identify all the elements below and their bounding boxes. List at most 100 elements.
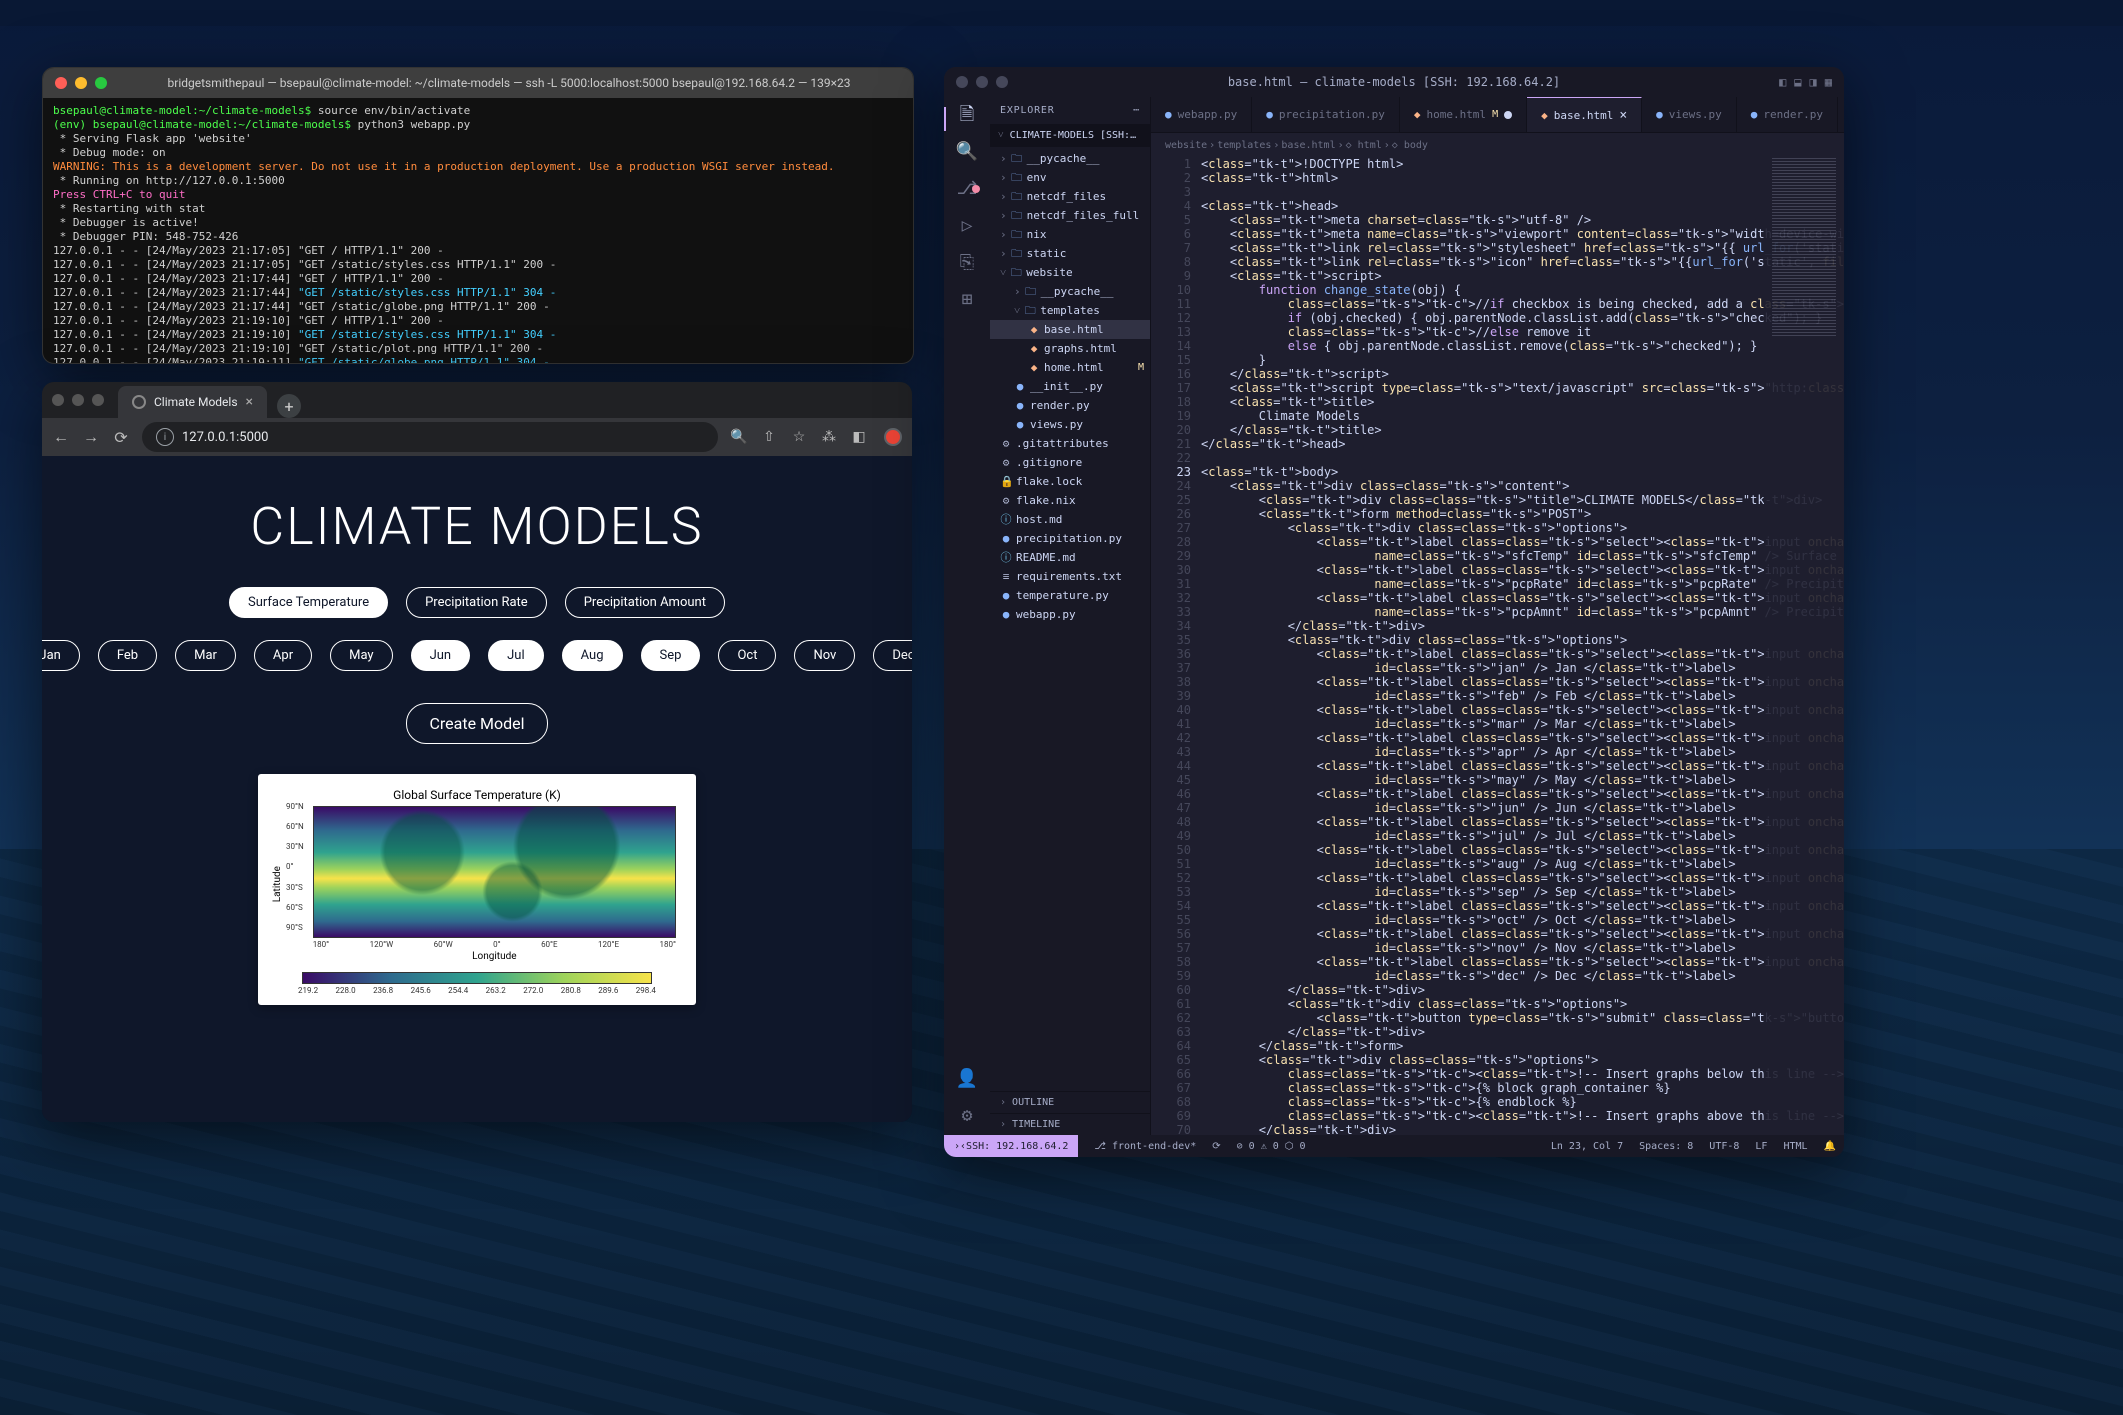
code-lines[interactable]: <class="tk-t">!DOCTYPE html><class="tk-t… <box>1201 157 1844 1135</box>
folder-item[interactable]: ˅🗀templates <box>990 301 1150 320</box>
back-button[interactable]: ← <box>52 427 70 447</box>
folder-item[interactable]: ›🗀netcdf_files <box>990 187 1150 206</box>
close-icon[interactable] <box>52 394 64 406</box>
file-item[interactable]: ⓘhost.md <box>990 510 1150 529</box>
month-pill[interactable]: Feb <box>98 640 157 671</box>
traffic-lights[interactable] <box>52 394 104 406</box>
folder-item[interactable]: ˅🗀website <box>990 263 1150 282</box>
breadcrumb-item[interactable]: ◇ body <box>1392 138 1428 153</box>
remote-activity-icon[interactable]: ⎘ <box>960 255 974 270</box>
status-language[interactable]: HTML <box>1783 1139 1807 1154</box>
month-pill[interactable]: Jan <box>42 640 80 671</box>
close-icon[interactable] <box>956 76 968 88</box>
option-pill[interactable]: Precipitation Amount <box>565 587 725 618</box>
minimize-icon[interactable] <box>75 77 87 89</box>
close-icon[interactable] <box>55 77 67 89</box>
zoom-icon[interactable] <box>95 77 107 89</box>
status-sync[interactable]: ⟳ <box>1212 1139 1220 1154</box>
layout-icons[interactable]: ◧ ⬓ ◨ ▦ <box>1779 75 1832 90</box>
status-eol[interactable]: LF <box>1755 1139 1767 1154</box>
breadcrumb-item[interactable]: website <box>1165 138 1207 153</box>
file-item[interactable]: ●temperature.py <box>990 586 1150 605</box>
extensions-icon[interactable]: ⁂ <box>820 429 838 445</box>
file-item[interactable]: ◆graphs.html <box>990 339 1150 358</box>
minimize-icon[interactable] <box>72 394 84 406</box>
breadcrumb-item[interactable]: base.html <box>1281 138 1335 153</box>
terminal-titlebar[interactable]: bridgetsmithepaul — bsepaul@climate-mode… <box>43 68 913 98</box>
browser-tabbar[interactable]: Climate Models × + <box>42 382 912 418</box>
create-model-button[interactable]: Create Model <box>406 703 547 744</box>
month-pill[interactable]: Jul <box>488 640 544 671</box>
folder-item[interactable]: ›🗀netcdf_files_full <box>990 206 1150 225</box>
code-area[interactable]: 1234567891011121314151617181920212223242… <box>1151 157 1844 1135</box>
new-tab-button[interactable]: + <box>277 394 301 418</box>
month-pill[interactable]: Nov <box>794 640 855 671</box>
timeline-panel-header[interactable]: › TIMELINE <box>990 1113 1150 1135</box>
breadcrumbs[interactable]: website › templates › base.html › ◇ html… <box>1151 133 1844 157</box>
terminal-output[interactable]: bsepaul@climate-model:~/climate-models$ … <box>43 98 913 364</box>
file-item[interactable]: ≡requirements.txt <box>990 567 1150 586</box>
option-pill[interactable]: Surface Temperature <box>229 587 388 618</box>
file-item[interactable]: ⚙.gitignore <box>990 453 1150 472</box>
file-item[interactable]: ●__init__.py <box>990 377 1150 396</box>
month-pill[interactable]: Aug <box>562 640 623 671</box>
file-item[interactable]: 🔒flake.lock <box>990 472 1150 491</box>
file-item[interactable]: ◆home.htmlM <box>990 358 1150 377</box>
close-tab-icon[interactable]: × <box>246 394 253 410</box>
option-pill[interactable]: Precipitation Rate <box>406 587 547 618</box>
file-item[interactable]: ●render.py <box>990 396 1150 415</box>
zoom-icon[interactable] <box>92 394 104 406</box>
traffic-lights[interactable] <box>956 76 1008 88</box>
layout-grid-icon[interactable]: ▦ <box>1825 75 1832 90</box>
status-notifications[interactable]: 🔔 <box>1824 1139 1836 1154</box>
status-branch[interactable]: ⎇ front-end-dev* <box>1094 1139 1196 1154</box>
explorer-activity-icon[interactable]: 🗎 <box>960 107 974 122</box>
search-icon[interactable]: 🔍 <box>730 429 748 445</box>
editor-tab[interactable]: ◆home.html M <box>1400 97 1527 132</box>
editor-tab[interactable]: ●precipitation.py <box>1252 97 1400 132</box>
month-pill[interactable]: Jun <box>411 640 471 671</box>
folder-item[interactable]: ›🗀nix <box>990 225 1150 244</box>
browser-tab[interactable]: Climate Models × <box>118 386 267 418</box>
editor-tab[interactable]: ●views.py <box>1642 97 1737 132</box>
folder-item[interactable]: ›🗀env <box>990 168 1150 187</box>
file-item[interactable]: ●views.py <box>990 415 1150 434</box>
status-encoding[interactable]: UTF-8 <box>1709 1139 1739 1154</box>
status-problems[interactable]: ⊘ 0 ⚠ 0 ⬡ 0 <box>1237 1139 1306 1154</box>
vscode-titlebar[interactable]: base.html — climate-models [SSH: 192.168… <box>944 67 1844 97</box>
folder-item[interactable]: ›🗀static <box>990 244 1150 263</box>
month-pill[interactable]: Mar <box>175 640 236 671</box>
month-pill[interactable]: Apr <box>254 640 312 671</box>
file-item[interactable]: ●webapp.py <box>990 605 1150 624</box>
month-pill[interactable]: Sep <box>641 640 701 671</box>
layout-left-icon[interactable]: ◧ <box>1779 75 1786 90</box>
file-item[interactable]: ⚙.gitattributes <box>990 434 1150 453</box>
layout-bottom-icon[interactable]: ⬓ <box>1794 75 1801 90</box>
extensions-activity-icon[interactable]: ⊞ <box>962 292 973 307</box>
explorer-project-name[interactable]: ˅ CLIMATE-MODELS [SSH: … <box>990 124 1150 147</box>
record-icon[interactable] <box>884 428 902 446</box>
folder-item[interactable]: ›🗀__pycache__ <box>990 282 1150 301</box>
site-info-icon[interactable]: i <box>156 428 174 446</box>
month-pill[interactable]: Dec <box>873 640 912 671</box>
address-bar[interactable]: i 127.0.0.1:5000 <box>142 422 718 452</box>
minimize-icon[interactable] <box>976 76 988 88</box>
forward-button[interactable]: → <box>82 427 100 447</box>
status-cursor[interactable]: Ln 23, Col 7 <box>1551 1139 1623 1154</box>
zoom-icon[interactable] <box>996 76 1008 88</box>
editor-tab[interactable]: ◆base.html × <box>1527 97 1642 132</box>
editor-tab[interactable]: ●render.py <box>1737 97 1838 132</box>
bookmark-icon[interactable]: ☆ <box>790 429 808 445</box>
editor-tab[interactable]: ●webapp.py <box>1151 97 1252 132</box>
traffic-lights[interactable] <box>55 77 107 89</box>
status-spaces[interactable]: Spaces: 8 <box>1639 1139 1693 1154</box>
layout-right-icon[interactable]: ◨ <box>1810 75 1817 90</box>
file-item[interactable]: ⚙flake.nix <box>990 491 1150 510</box>
status-remote[interactable]: ›‹ SSH: 192.168.64.2 <box>944 1135 1078 1157</box>
month-pill[interactable]: May <box>330 640 392 671</box>
editor-tab[interactable]: ≡requirements.txt <box>1838 97 1844 132</box>
breadcrumb-item[interactable]: templates <box>1217 138 1271 153</box>
share-icon[interactable]: ⇧ <box>760 429 778 445</box>
reload-button[interactable]: ⟳ <box>112 428 130 447</box>
explorer-more-icon[interactable]: ⋯ <box>1133 103 1140 118</box>
